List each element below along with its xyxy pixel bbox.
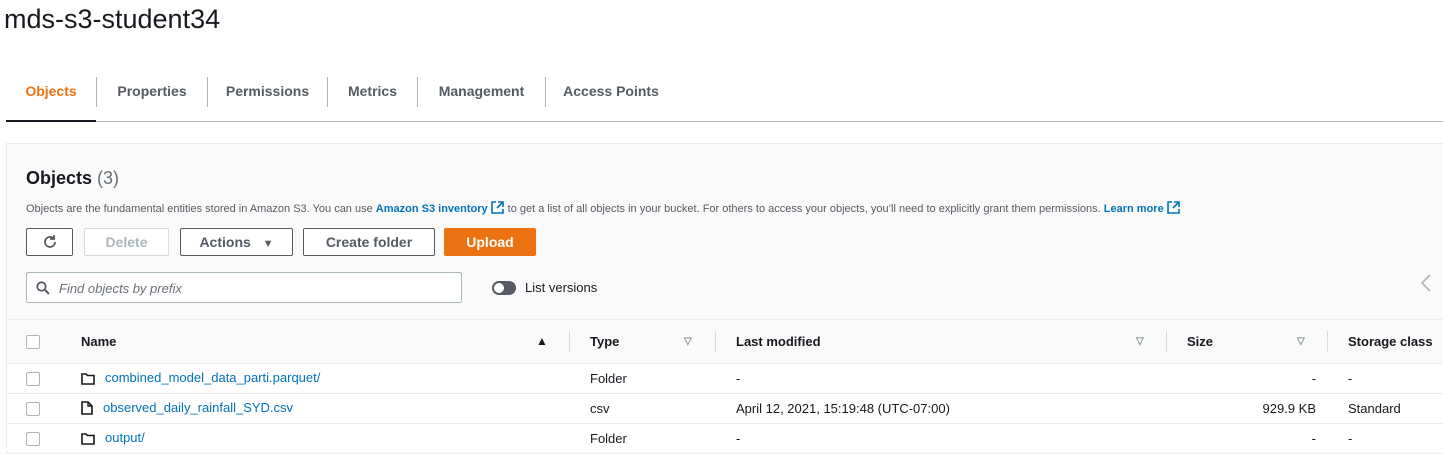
external-link-icon <box>490 201 504 217</box>
objects-count: (3) <box>97 168 120 188</box>
objects-panel: Objects (3) Objects are the fundamental … <box>6 143 1443 454</box>
table-row[interactable]: combined_model_data_parti.parquet/ Folde… <box>7 363 1443 394</box>
create-folder-button[interactable]: Create folder <box>303 228 435 256</box>
type-header-label: Type <box>590 334 620 349</box>
collapse-panel-icon[interactable] <box>1420 274 1432 297</box>
last-modified-column-header[interactable]: Last modified ▽ <box>716 319 1167 364</box>
name-header-label: Name <box>81 334 117 349</box>
objects-description: Objects are the fundamental entities sto… <box>26 201 1184 217</box>
row-checkbox[interactable] <box>26 402 40 417</box>
object-name-link[interactable]: observed_daily_rainfall_SYD.csv <box>103 400 293 415</box>
caret-down-icon: ▼ <box>262 238 274 250</box>
tab-management[interactable]: Management <box>418 62 545 121</box>
bucket-title: mds-s3-student34 <box>4 4 221 34</box>
sort-icon[interactable]: ▽ <box>1297 320 1305 363</box>
table-row[interactable]: observed_daily_rainfall_SYD.csv csv Apri… <box>7 393 1443 424</box>
refresh-button[interactable] <box>26 228 73 256</box>
tab-properties[interactable]: Properties <box>97 62 207 121</box>
sort-ascending-icon[interactable]: ▲ <box>536 320 548 363</box>
size-header-label: Size <box>1187 334 1214 349</box>
last-modified-header-label: Last modified <box>736 334 821 349</box>
type-cell: Folder <box>570 363 716 394</box>
upload-button[interactable]: Upload <box>444 228 536 256</box>
file-icon <box>81 400 93 418</box>
row-select-cell <box>7 363 62 394</box>
type-column-header[interactable]: Type ▽ <box>570 319 716 364</box>
type-cell: Folder <box>570 423 716 454</box>
type-cell: csv <box>570 393 716 424</box>
storage-class-cell: - <box>1328 423 1443 454</box>
tab-access-points[interactable]: Access Points <box>546 62 676 121</box>
storage-class-cell: - <box>1328 363 1443 394</box>
description-text-2: to get a list of all objects in your buc… <box>507 203 1101 215</box>
size-column-header[interactable]: Size ▽ <box>1167 319 1328 364</box>
last-modified-cell: - <box>716 363 1167 394</box>
name-column-header[interactable]: Name ▲ <box>62 319 570 364</box>
search-box <box>26 272 462 304</box>
search-input[interactable] <box>57 273 451 304</box>
select-all-checkbox[interactable] <box>26 335 40 350</box>
list-versions-label: List versions <box>525 280 598 295</box>
objects-heading: Objects (3) <box>26 168 119 189</box>
tab-objects[interactable]: Objects <box>6 62 96 122</box>
folder-icon <box>81 432 95 448</box>
objects-heading-label: Objects <box>26 168 93 188</box>
tab-permissions[interactable]: Permissions <box>208 62 327 121</box>
description-text: Objects are the fundamental entities sto… <box>26 203 373 215</box>
toggle-knob <box>494 283 504 293</box>
object-name-link[interactable]: output/ <box>105 430 145 445</box>
learn-more-link[interactable]: Learn more <box>1104 203 1164 215</box>
object-name-link[interactable]: combined_model_data_parti.parquet/ <box>105 370 320 385</box>
tab-bar: Objects Properties Permissions Metrics M… <box>6 62 1443 122</box>
size-cell: - <box>1167 363 1328 394</box>
storage-class-column-header[interactable]: Storage class <box>1328 319 1443 364</box>
actions-button[interactable]: Actions ▼ <box>180 228 293 256</box>
list-versions-toggle[interactable] <box>492 281 516 295</box>
folder-icon <box>81 372 95 388</box>
last-modified-cell: - <box>716 423 1167 454</box>
table-header-row: Name ▲ Type ▽ Last modified ▽ Size ▽ Storage… <box>7 319 1443 364</box>
actions-label: Actions <box>199 234 251 250</box>
objects-table: Name ▲ Type ▽ Last modified ▽ Size ▽ Storage… <box>7 319 1443 454</box>
size-cell: 929.9 KB <box>1167 393 1328 424</box>
name-cell: observed_daily_rainfall_SYD.csv <box>62 393 570 424</box>
search-icon <box>36 281 50 300</box>
inventory-link[interactable]: Amazon S3 inventory <box>376 203 488 215</box>
table-row[interactable]: output/ Folder - - - <box>7 423 1443 454</box>
row-select-cell <box>7 423 62 454</box>
name-cell: output/ <box>62 423 570 454</box>
name-cell: combined_model_data_parti.parquet/ <box>62 363 570 394</box>
row-select-cell <box>7 393 62 424</box>
size-cell: - <box>1167 423 1328 454</box>
sort-icon[interactable]: ▽ <box>684 320 692 363</box>
row-checkbox[interactable] <box>26 372 40 387</box>
tab-metrics[interactable]: Metrics <box>328 62 417 121</box>
select-all-cell <box>7 319 62 364</box>
storage-class-cell: Standard <box>1328 393 1443 424</box>
delete-button[interactable]: Delete <box>84 228 169 256</box>
sort-icon[interactable]: ▽ <box>1136 320 1144 363</box>
row-checkbox[interactable] <box>26 432 40 447</box>
last-modified-cell: April 12, 2021, 15:19:48 (UTC-07:00) <box>716 393 1167 424</box>
external-link-icon <box>1166 201 1180 217</box>
storage-class-header-label: Storage class <box>1348 334 1433 349</box>
refresh-icon <box>43 235 56 248</box>
